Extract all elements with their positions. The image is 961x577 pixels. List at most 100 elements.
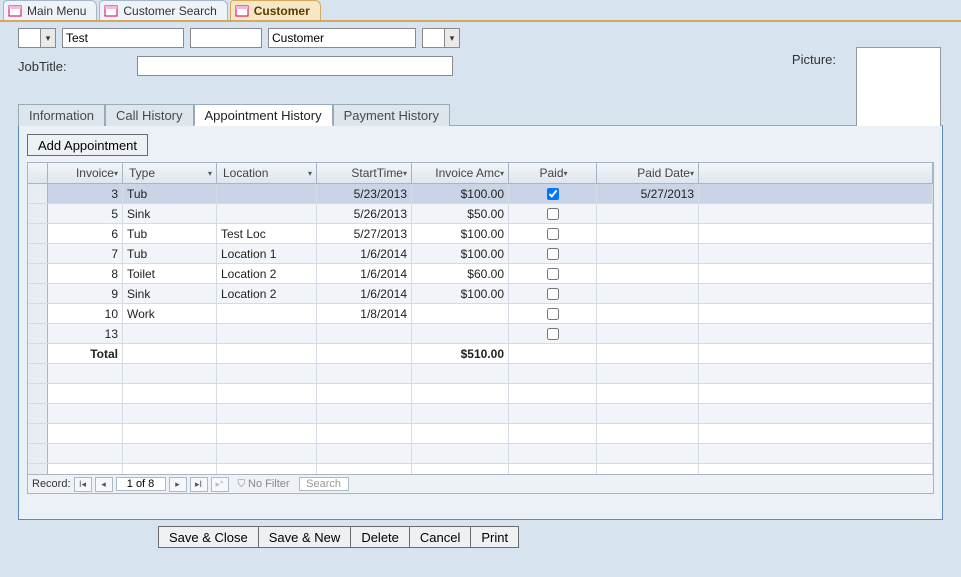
row-selector[interactable] bbox=[28, 284, 48, 303]
nav-prev-button[interactable]: ◂ bbox=[95, 477, 113, 492]
cancel-button[interactable]: Cancel bbox=[409, 526, 470, 548]
tab-payment-history[interactable]: Payment History bbox=[333, 104, 450, 126]
table-row[interactable]: 13 bbox=[28, 324, 933, 344]
cell-invoice[interactable]: 8 bbox=[48, 264, 123, 283]
col-paid[interactable]: Paid▾ bbox=[509, 163, 597, 183]
cell-invoice[interactable]: 13 bbox=[48, 324, 123, 343]
cell-paiddate[interactable] bbox=[597, 284, 699, 303]
col-paid-date[interactable]: Paid Date▾ bbox=[597, 163, 699, 183]
cell-paiddate[interactable] bbox=[597, 324, 699, 343]
col-type[interactable]: Type▾ bbox=[123, 163, 217, 183]
paid-checkbox[interactable] bbox=[547, 208, 559, 220]
row-selector[interactable] bbox=[28, 184, 48, 203]
cell-amount[interactable] bbox=[412, 304, 509, 323]
paid-checkbox[interactable] bbox=[547, 288, 559, 300]
paid-checkbox[interactable] bbox=[547, 268, 559, 280]
cell-location[interactable] bbox=[217, 184, 317, 203]
cell-starttime[interactable]: 1/6/2014 bbox=[317, 264, 412, 283]
cell-paid[interactable] bbox=[509, 244, 597, 263]
nav-new-button[interactable]: ▸* bbox=[211, 477, 229, 492]
suffix-combo[interactable] bbox=[422, 28, 460, 48]
cell-starttime[interactable] bbox=[317, 324, 412, 343]
cell-paid[interactable] bbox=[509, 204, 597, 223]
save-new-button[interactable]: Save & New bbox=[258, 526, 351, 548]
cell-type[interactable]: Tub bbox=[123, 224, 217, 243]
cell-amount[interactable]: $100.00 bbox=[412, 184, 509, 203]
save-close-button[interactable]: Save & Close bbox=[158, 526, 258, 548]
picture-box[interactable] bbox=[856, 47, 941, 132]
table-row[interactable]: 9SinkLocation 21/6/2014$100.00 bbox=[28, 284, 933, 304]
tab-appointment-history[interactable]: Appointment History bbox=[194, 104, 333, 126]
nav-last-button[interactable]: ▸I bbox=[190, 477, 208, 492]
cell-amount[interactable]: $100.00 bbox=[412, 244, 509, 263]
first-name-input[interactable] bbox=[62, 28, 184, 48]
cell-paid[interactable] bbox=[509, 264, 597, 283]
cell-starttime[interactable]: 1/6/2014 bbox=[317, 284, 412, 303]
cell-starttime[interactable]: 5/26/2013 bbox=[317, 204, 412, 223]
cell-type[interactable]: Toilet bbox=[123, 264, 217, 283]
cell-starttime[interactable]: 1/8/2014 bbox=[317, 304, 412, 323]
row-selector[interactable] bbox=[28, 204, 48, 223]
cell-paid[interactable] bbox=[509, 324, 597, 343]
col-starttime[interactable]: StartTime▾ bbox=[317, 163, 412, 183]
cell-location[interactable]: Location 2 bbox=[217, 264, 317, 283]
cell-location[interactable]: Location 1 bbox=[217, 244, 317, 263]
cell-invoice[interactable]: 10 bbox=[48, 304, 123, 323]
cell-paid[interactable] bbox=[509, 304, 597, 323]
cell-invoice[interactable]: 7 bbox=[48, 244, 123, 263]
cell-paiddate[interactable] bbox=[597, 244, 699, 263]
row-selector[interactable] bbox=[28, 304, 48, 323]
paid-checkbox[interactable] bbox=[547, 308, 559, 320]
cell-type[interactable]: Tub bbox=[123, 184, 217, 203]
cell-amount[interactable]: $50.00 bbox=[412, 204, 509, 223]
cell-starttime[interactable]: 5/27/2013 bbox=[317, 224, 412, 243]
cell-paid[interactable] bbox=[509, 184, 597, 203]
cell-type[interactable] bbox=[123, 324, 217, 343]
nav-first-button[interactable]: I◂ bbox=[74, 477, 92, 492]
record-position[interactable] bbox=[116, 477, 166, 491]
cell-amount[interactable]: $60.00 bbox=[412, 264, 509, 283]
paid-checkbox[interactable] bbox=[547, 228, 559, 240]
cell-paid[interactable] bbox=[509, 224, 597, 243]
col-invoice-amt[interactable]: Invoice Amc▾ bbox=[412, 163, 509, 183]
paid-checkbox[interactable] bbox=[547, 248, 559, 260]
cell-paiddate[interactable] bbox=[597, 204, 699, 223]
table-row[interactable]: 6TubTest Loc5/27/2013$100.00 bbox=[28, 224, 933, 244]
cell-paiddate[interactable] bbox=[597, 224, 699, 243]
col-location[interactable]: Location▾ bbox=[217, 163, 317, 183]
grid-body[interactable]: 3Tub5/23/2013$100.005/27/20135Sink5/26/2… bbox=[28, 184, 933, 474]
row-selector[interactable] bbox=[28, 224, 48, 243]
middle-input[interactable] bbox=[190, 28, 262, 48]
tab-main-menu[interactable]: Main Menu bbox=[3, 0, 97, 20]
tab-customer-search[interactable]: Customer Search bbox=[99, 0, 227, 20]
cell-amount[interactable]: $100.00 bbox=[412, 224, 509, 243]
cell-type[interactable]: Sink bbox=[123, 284, 217, 303]
row-selector[interactable] bbox=[28, 324, 48, 343]
nav-next-button[interactable]: ▸ bbox=[169, 477, 187, 492]
paid-checkbox[interactable] bbox=[547, 328, 559, 340]
tab-information[interactable]: Information bbox=[18, 104, 105, 126]
no-filter[interactable]: ⛉ No Filter bbox=[238, 478, 290, 490]
cell-location[interactable]: Location 2 bbox=[217, 284, 317, 303]
cell-paiddate[interactable]: 5/27/2013 bbox=[597, 184, 699, 203]
cell-type[interactable]: Tub bbox=[123, 244, 217, 263]
cell-amount[interactable]: $100.00 bbox=[412, 284, 509, 303]
delete-button[interactable]: Delete bbox=[350, 526, 409, 548]
jobtitle-input[interactable] bbox=[137, 56, 453, 76]
row-selector[interactable] bbox=[28, 244, 48, 263]
paid-checkbox[interactable] bbox=[547, 188, 559, 200]
cell-location[interactable] bbox=[217, 204, 317, 223]
last-name-input[interactable] bbox=[268, 28, 416, 48]
cell-invoice[interactable]: 6 bbox=[48, 224, 123, 243]
cell-invoice[interactable]: 9 bbox=[48, 284, 123, 303]
cell-amount[interactable] bbox=[412, 324, 509, 343]
cell-starttime[interactable]: 5/23/2013 bbox=[317, 184, 412, 203]
table-row[interactable]: 3Tub5/23/2013$100.005/27/2013 bbox=[28, 184, 933, 204]
search-input[interactable] bbox=[299, 477, 349, 491]
cell-location[interactable] bbox=[217, 304, 317, 323]
add-appointment-button[interactable]: Add Appointment bbox=[27, 134, 148, 156]
table-row[interactable]: 7TubLocation 11/6/2014$100.00 bbox=[28, 244, 933, 264]
cell-location[interactable] bbox=[217, 324, 317, 343]
cell-location[interactable]: Test Loc bbox=[217, 224, 317, 243]
row-selector[interactable] bbox=[28, 264, 48, 283]
